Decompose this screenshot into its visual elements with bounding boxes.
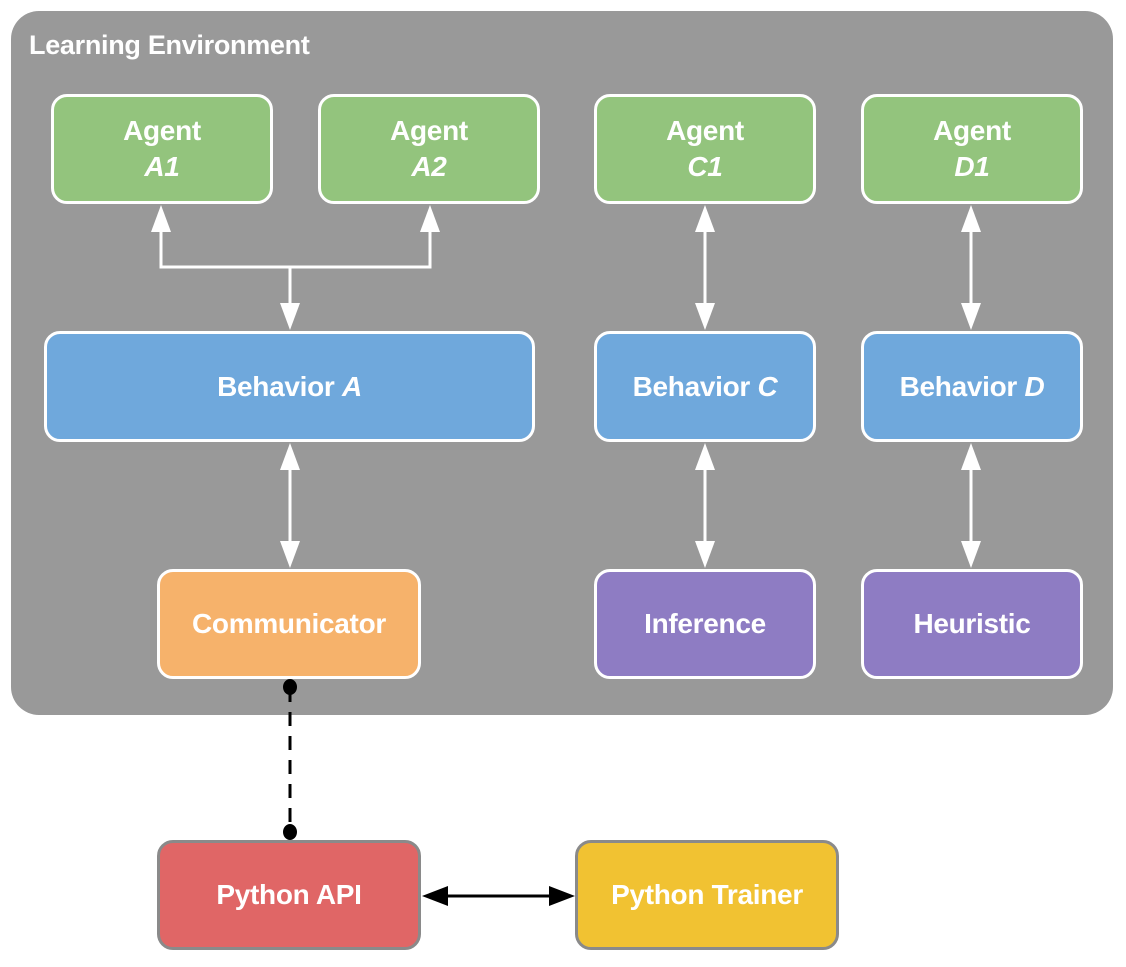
arrow-right-python-trainer: [549, 886, 575, 906]
behavior-d-box: Behavior D: [861, 331, 1083, 442]
agent-id: A2: [411, 151, 447, 182]
agent-c1-box: Agent C1: [594, 94, 816, 204]
environment-title: Learning Environment: [29, 30, 310, 60]
agent-id: D1: [954, 151, 990, 182]
agent-id: C1: [687, 151, 723, 182]
python-api-box: Python API: [157, 840, 421, 950]
behavior-label: Behavior: [217, 370, 335, 402]
agent-label: Agent: [666, 115, 744, 146]
agent-a2-box: Agent A2: [318, 94, 540, 204]
agent-id: A1: [144, 151, 180, 182]
behavior-id: A: [341, 370, 362, 402]
agent-label: Agent: [933, 115, 1011, 146]
python-api-label: Python API: [216, 879, 362, 910]
behavior-id: D: [1024, 370, 1045, 402]
inference-label: Inference: [644, 608, 766, 639]
behavior-label: Behavior: [632, 370, 751, 402]
arrow-left-python-api: [422, 886, 448, 906]
behavior-c-box: Behavior C: [594, 331, 816, 442]
agent-label: Agent: [123, 115, 201, 146]
heuristic-label: Heuristic: [913, 608, 1031, 639]
python-trainer-box: Python Trainer: [575, 840, 839, 950]
communicator-box: Communicator: [157, 569, 421, 679]
agent-d1-box: Agent D1: [861, 94, 1083, 204]
inference-box: Inference: [594, 569, 816, 679]
python-trainer-label: Python Trainer: [611, 879, 803, 910]
dot-python-api-end: [283, 824, 297, 840]
communicator-label: Communicator: [192, 608, 386, 639]
heuristic-box: Heuristic: [861, 569, 1083, 679]
agent-a1-box: Agent A1: [51, 94, 273, 204]
agent-label: Agent: [390, 115, 468, 146]
behavior-id: C: [757, 370, 778, 402]
behavior-a-box: Behavior A: [44, 331, 535, 442]
behavior-label: Behavior: [899, 370, 1018, 402]
